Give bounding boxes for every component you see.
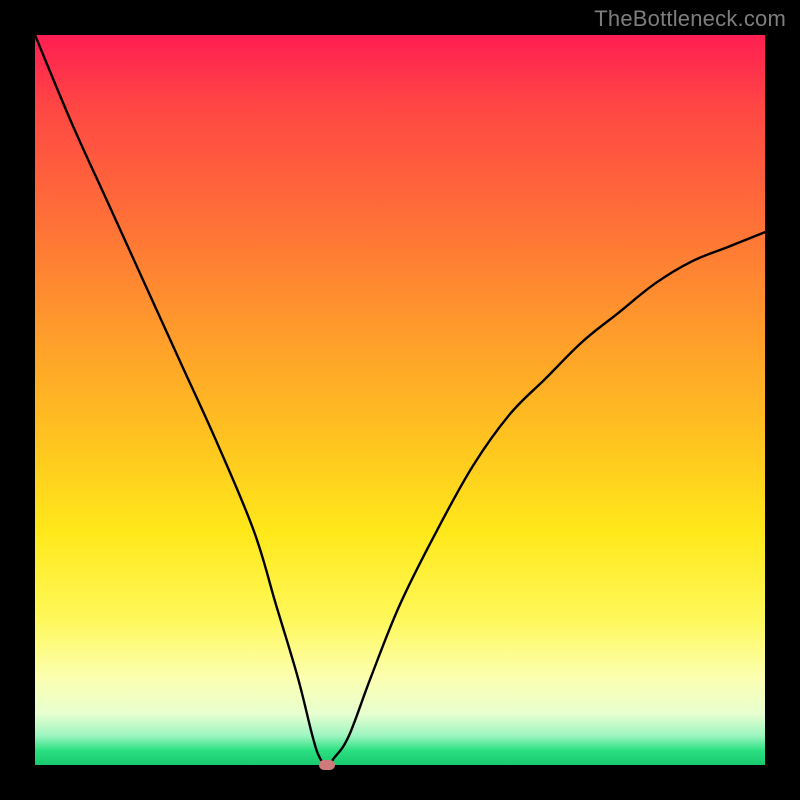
plot-area — [35, 35, 765, 765]
minimum-marker — [319, 760, 335, 770]
curve-layer — [35, 35, 765, 765]
chart-frame: TheBottleneck.com — [0, 0, 800, 800]
bottleneck-curve — [35, 35, 765, 765]
brand-watermark: TheBottleneck.com — [594, 6, 786, 32]
